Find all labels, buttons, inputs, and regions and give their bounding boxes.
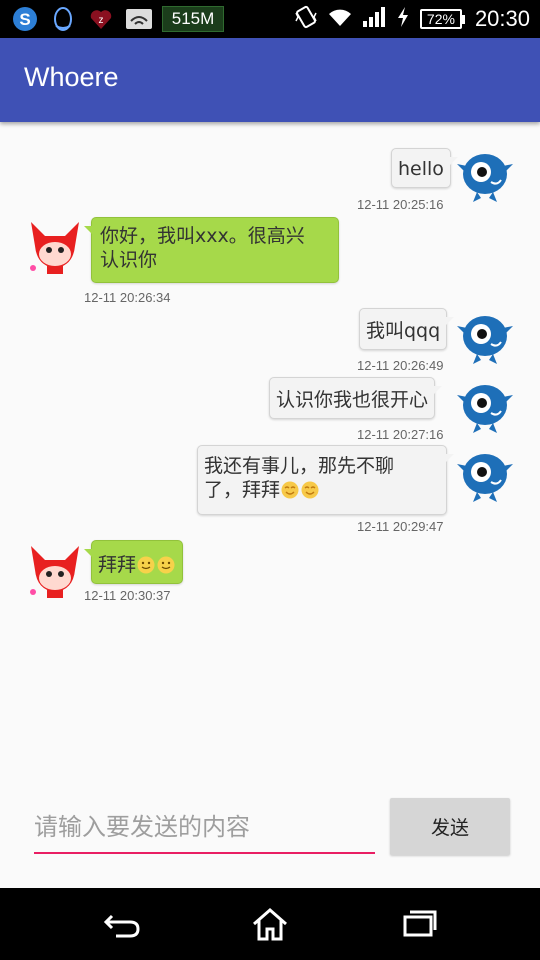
message-text-line: 认识你 xyxy=(100,249,158,271)
svg-text:S: S xyxy=(19,10,30,29)
message-timestamp: 12-11 20:25:16 xyxy=(357,197,444,212)
message-input-wrap xyxy=(34,804,375,854)
message-text: 拜拜 xyxy=(98,554,137,576)
back-icon[interactable] xyxy=(98,902,146,946)
message-text-line: 我还有事儿，那先不聊 xyxy=(204,455,395,477)
smile-emoji xyxy=(156,556,176,574)
memory-indicator: 515M xyxy=(162,6,224,32)
message-text: 认识你我也很开心 xyxy=(276,389,429,411)
message-list[interactable]: hello 12-11 20:25:16 你好，我叫xxx。很高兴 认识你 12… xyxy=(0,122,540,782)
message-text: 我叫qqq xyxy=(366,320,441,342)
home-icon[interactable] xyxy=(246,902,294,946)
sync-s-icon: S xyxy=(10,5,40,33)
fox-avatar[interactable] xyxy=(25,540,85,600)
fox-avatar[interactable] xyxy=(25,216,85,276)
input-underline xyxy=(34,852,375,854)
monster-avatar[interactable] xyxy=(455,306,515,366)
recent-apps-icon[interactable] xyxy=(396,902,444,946)
charging-icon xyxy=(396,6,410,32)
signal-icon xyxy=(362,6,386,32)
message-timestamp: 12-11 20:26:49 xyxy=(357,358,444,373)
message-text-line: 了，拜拜 xyxy=(204,479,281,501)
message-bubble[interactable]: 我还有事儿，那先不聊 了，拜拜 xyxy=(197,445,454,515)
smile-emoji xyxy=(136,556,156,574)
message-timestamp: 12-11 20:27:16 xyxy=(357,427,444,442)
message-timestamp: 12-11 20:26:34 xyxy=(84,290,171,305)
message-text: hello xyxy=(398,158,444,180)
navigation-bar xyxy=(0,888,540,960)
heart-z-icon: z xyxy=(86,5,116,33)
message-bubble[interactable]: 拜拜 xyxy=(83,540,184,584)
status-clock: 20:30 xyxy=(474,6,530,31)
message-input[interactable] xyxy=(34,804,375,850)
monster-avatar[interactable] xyxy=(455,444,515,504)
message-bubble[interactable]: hello xyxy=(391,148,458,188)
battery-icon: 72% xyxy=(419,9,465,29)
grin-emoji xyxy=(300,481,320,499)
wifi-icon xyxy=(328,6,352,32)
message-bubble[interactable]: 认识你我也很开心 xyxy=(269,377,443,419)
battery-level: 72% xyxy=(419,9,462,29)
qq-penguin-icon xyxy=(48,5,78,33)
vibrate-icon xyxy=(294,5,318,33)
message-timestamp: 12-11 20:29:47 xyxy=(357,519,444,534)
grin-emoji xyxy=(280,481,300,499)
status-bar: S z 515M 72% 20:30 xyxy=(0,0,540,38)
svg-text:z: z xyxy=(99,15,104,26)
monster-avatar[interactable] xyxy=(455,375,515,435)
message-bubble[interactable]: 你好，我叫xxx。很高兴 认识你 xyxy=(84,217,339,283)
image-wifi-icon xyxy=(124,5,154,33)
message-bubble[interactable]: 我叫qqq xyxy=(359,308,455,350)
monster-avatar[interactable] xyxy=(455,144,515,204)
message-timestamp: 12-11 20:30:37 xyxy=(84,588,171,603)
send-button[interactable]: 发送 xyxy=(390,798,510,855)
message-text-line: 你好，我叫xxx。很高兴 xyxy=(100,225,305,247)
app-bar: Whoere xyxy=(0,38,540,122)
app-title: Whoere xyxy=(24,62,119,92)
